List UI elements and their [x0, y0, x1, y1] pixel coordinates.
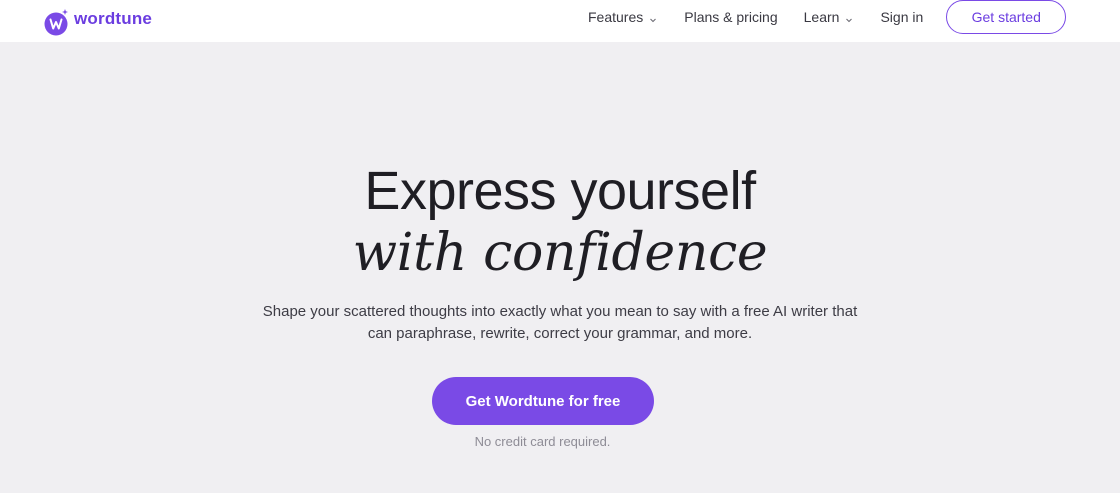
nav-item-label: Plans & pricing: [684, 9, 778, 25]
nav-item-label: Features: [588, 9, 644, 25]
no-credit-card-note: No credit card required.: [474, 434, 611, 449]
wordtune-logo-icon: [44, 7, 68, 36]
nav-item-plans-pricing[interactable]: Plans & pricing: [684, 9, 777, 25]
hero-headline: Express yourself: [364, 161, 756, 221]
get-started-button[interactable]: Get started: [946, 0, 1067, 34]
chevron-down-icon: [844, 12, 854, 23]
top-navbar: wordtune Features Plans & pricing Learn …: [0, 0, 1120, 42]
nav-item-learn[interactable]: Learn: [804, 9, 855, 25]
brand-name: wordtune: [74, 9, 153, 28]
hero-headline-italic: with confidence: [352, 223, 768, 283]
get-wordtune-free-button[interactable]: Get Wordtune for free: [432, 377, 654, 425]
chevron-down-icon: [648, 12, 658, 23]
nav-item-label: Learn: [803, 9, 840, 25]
hero-section: Express yourself with confidence Shape y…: [0, 42, 1120, 493]
nav-item-features[interactable]: Features: [588, 9, 658, 25]
brand-logo[interactable]: wordtune: [44, 4, 153, 36]
sign-in-link[interactable]: Sign in: [880, 9, 923, 25]
nav-item-label: Sign in: [880, 9, 924, 25]
hero-subtext: Shape your scattered thoughts into exact…: [262, 303, 858, 342]
nav-links: Features Plans & pricing Learn Sign in G…: [588, 0, 1067, 34]
